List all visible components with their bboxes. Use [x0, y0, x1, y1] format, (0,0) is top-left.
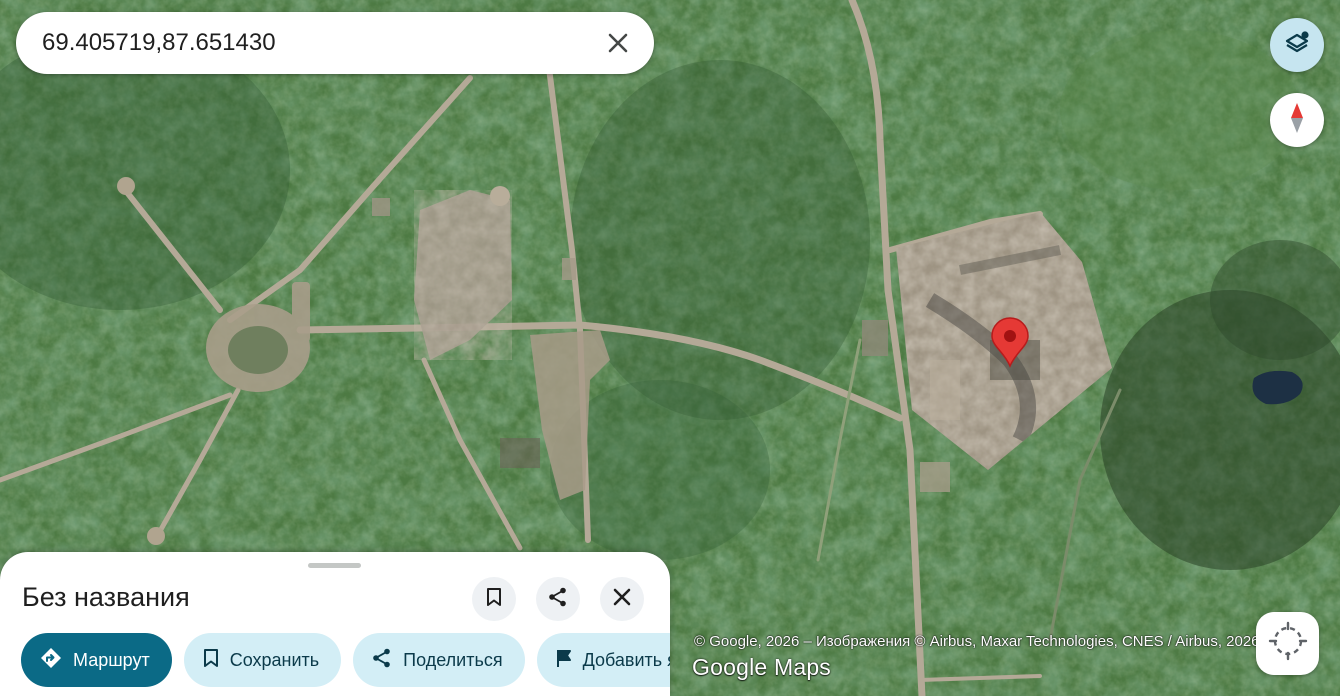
- logo-product: Maps: [773, 654, 832, 680]
- action-chips: Маршрут Сохранить Поделиться Добавить яр…: [21, 633, 670, 687]
- directions-icon: [39, 646, 63, 675]
- share-icon: [371, 647, 393, 674]
- directions-chip[interactable]: Маршрут: [21, 633, 172, 687]
- chip-label: Добавить ярлык: [582, 649, 670, 670]
- chip-label: Маршрут: [73, 649, 150, 670]
- search-bar[interactable]: 69.405719,87.651430: [16, 12, 654, 74]
- add-label-chip[interactable]: Добавить ярлык: [536, 633, 670, 687]
- map-attribution: © Google, 2026 – Изображения © Airbus, M…: [694, 633, 1260, 650]
- sheet-drag-handle[interactable]: [308, 563, 361, 568]
- close-icon[interactable]: [604, 29, 632, 57]
- close-sheet-button[interactable]: [600, 577, 644, 621]
- my-location-button[interactable]: [1256, 612, 1319, 675]
- share-chip[interactable]: Поделиться: [353, 633, 525, 687]
- share-button[interactable]: [536, 577, 580, 621]
- my-location-icon: [1268, 621, 1308, 666]
- chip-label: Поделиться: [403, 649, 503, 670]
- share-icon: [547, 586, 569, 613]
- layers-icon: [1283, 29, 1311, 62]
- layers-button[interactable]: [1270, 18, 1324, 72]
- google-maps-logo: Google Maps: [692, 654, 831, 681]
- bookmark-icon: [485, 587, 503, 612]
- place-title: Без названия: [22, 582, 190, 612]
- close-icon: [612, 587, 632, 612]
- flag-icon: [555, 648, 573, 673]
- compass-button[interactable]: [1270, 93, 1324, 147]
- bookmark-icon: [202, 648, 220, 673]
- place-bottom-sheet[interactable]: Без названия Маршрут Сохранить Поделитьс…: [0, 552, 670, 696]
- chip-label: Сохранить: [229, 649, 320, 670]
- search-query[interactable]: 69.405719,87.651430: [42, 29, 604, 57]
- compass-icon: [1286, 101, 1308, 140]
- save-chip[interactable]: Сохранить: [183, 633, 342, 687]
- save-button[interactable]: [472, 577, 516, 621]
- logo-brand: Google: [692, 654, 768, 680]
